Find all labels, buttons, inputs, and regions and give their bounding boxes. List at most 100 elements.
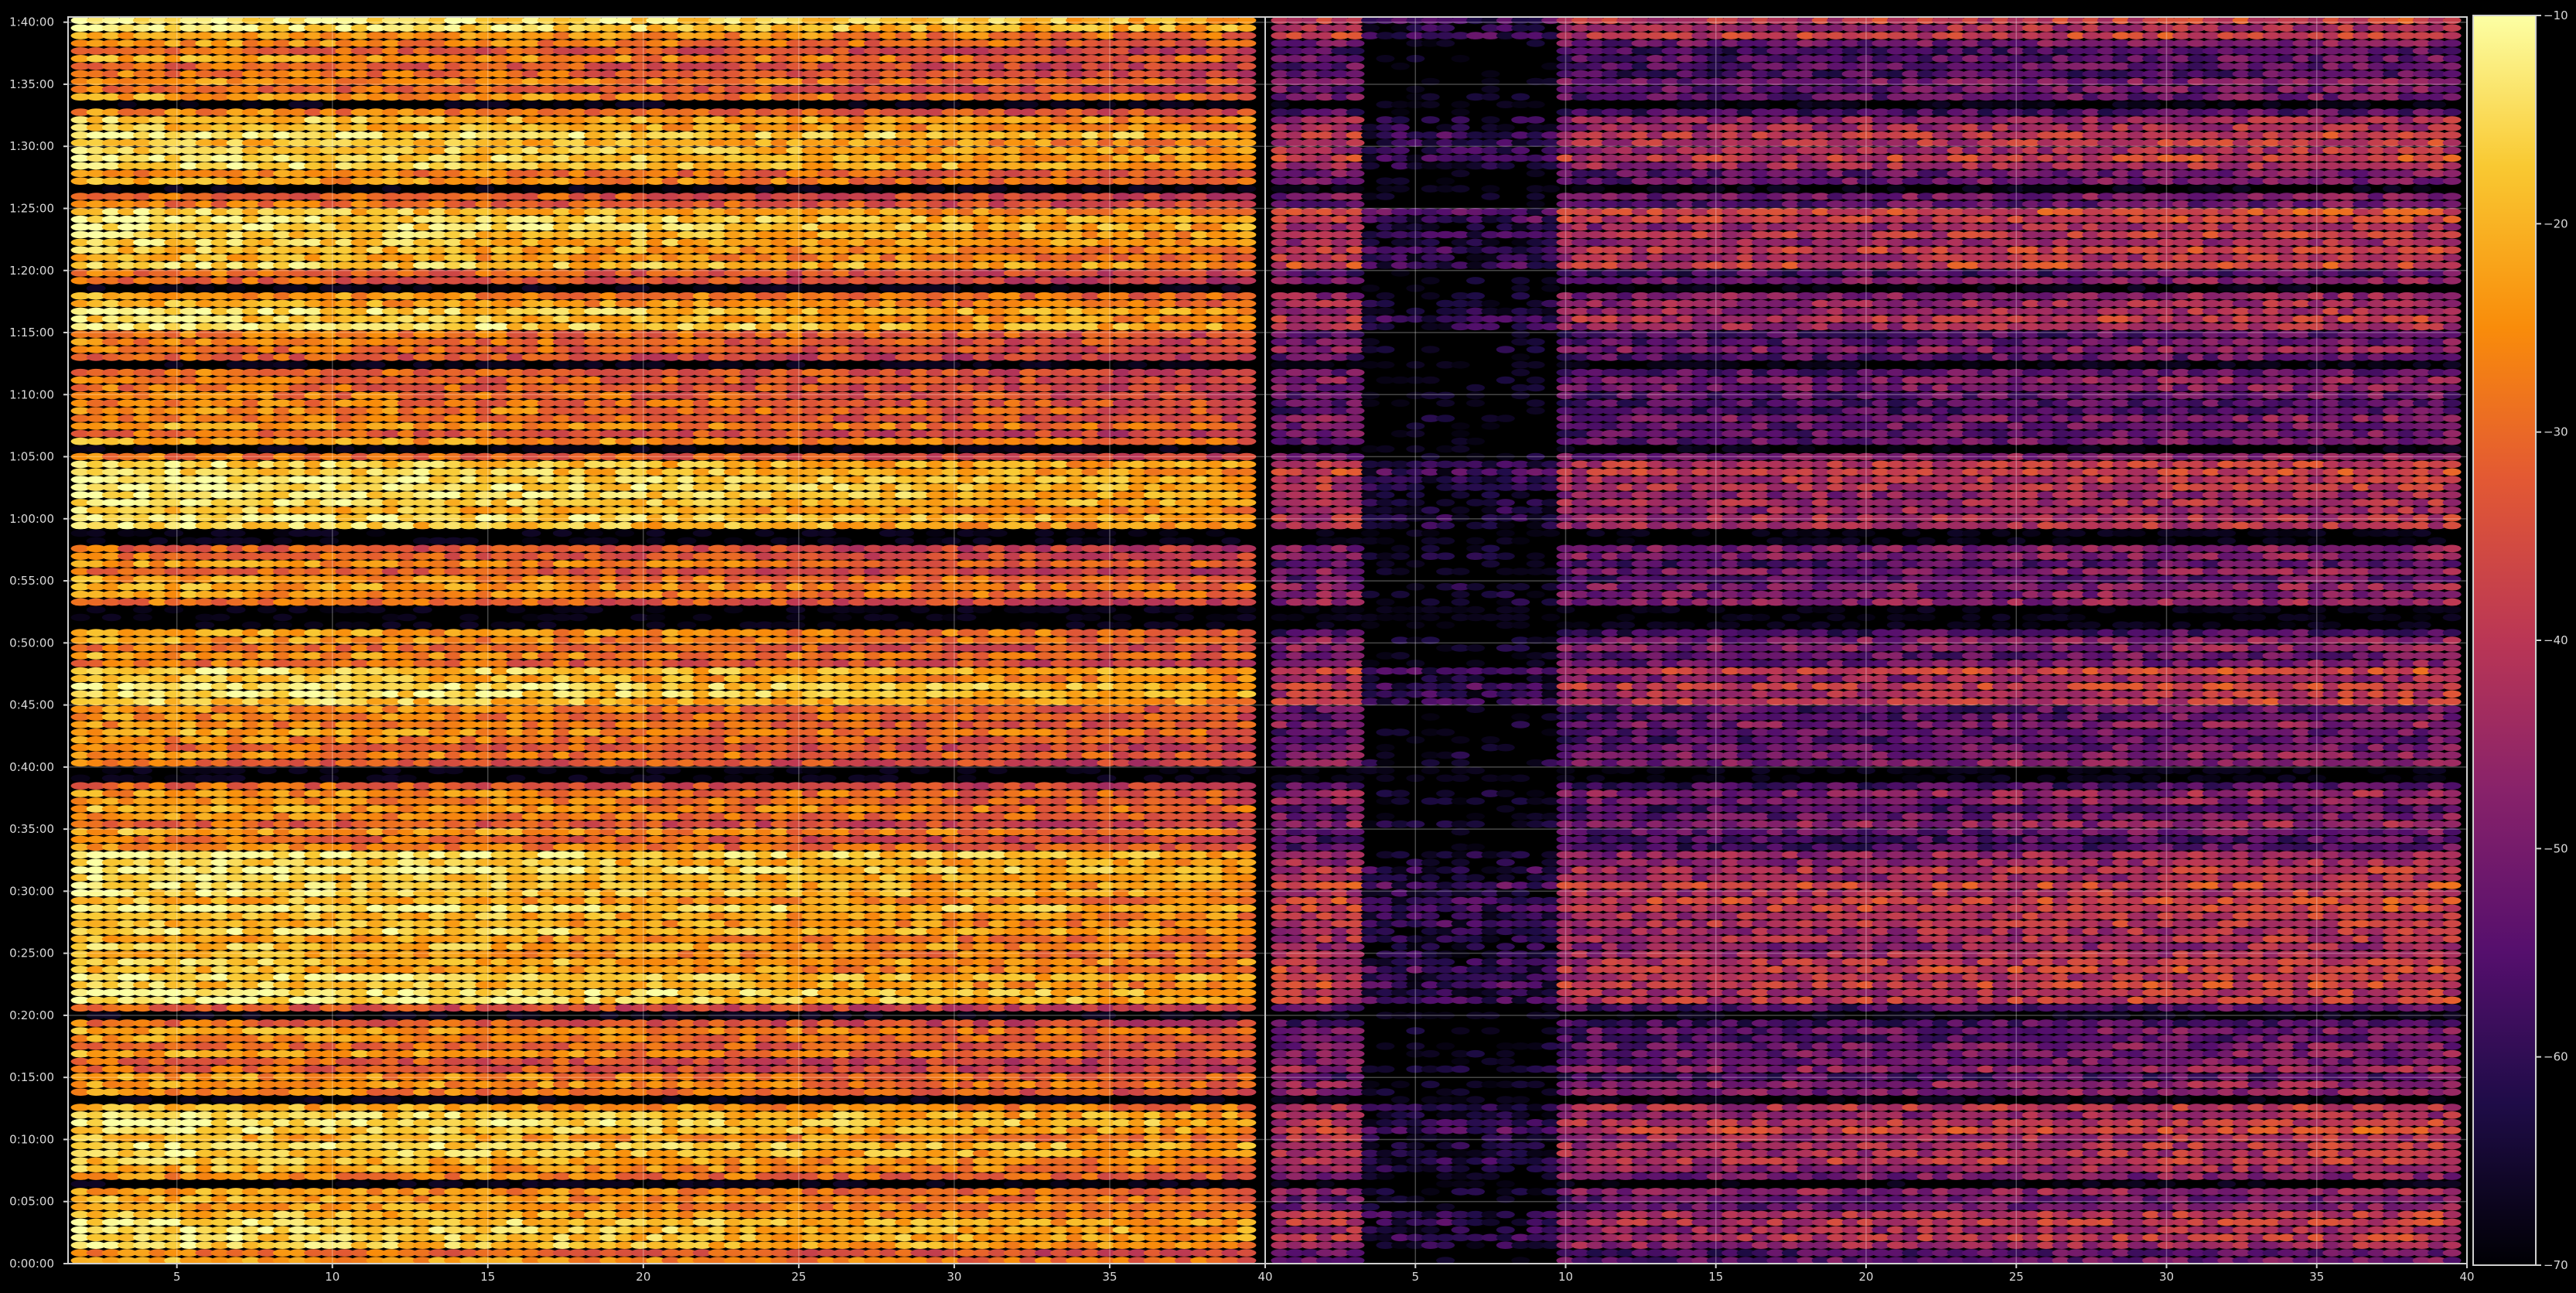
heatmap-cell [708, 1096, 728, 1104]
heatmap-cell [444, 1180, 464, 1188]
heatmap-cell [319, 766, 339, 775]
heatmap-cell [1237, 1073, 1257, 1081]
heatmap-cell [1237, 820, 1257, 828]
heatmap-cell [1237, 1249, 1257, 1257]
heatmap-cell [1237, 743, 1257, 752]
heatmap-cell [1237, 874, 1257, 882]
heatmap-cell [1237, 1111, 1257, 1119]
heatmap-cell [1237, 1065, 1257, 1073]
heatmap-cell [1190, 766, 1210, 775]
heatmap-cell [1237, 943, 1257, 950]
heatmap-cell [1097, 774, 1117, 783]
heatmap-cell [817, 774, 837, 783]
heatmap-cell [1237, 1203, 1257, 1211]
heatmap-cell [755, 1180, 775, 1188]
heatmap-cell [1237, 1241, 1257, 1249]
heatmap-cell [1237, 919, 1257, 928]
heatmap-cell [1175, 774, 1194, 783]
heatmap-cell [1081, 766, 1101, 775]
heatmap-cell [1158, 1180, 1179, 1188]
heatmap-cell [1237, 958, 1257, 966]
spectrogram-figure: 5 10 15 20 25 30 35 40 5 10 15 20 25 30 35 40 0:00:000:… [0, 0, 2576, 1293]
heatmap-cell [257, 766, 277, 775]
heatmap-cell [1221, 774, 1241, 783]
heatmap-cell [1237, 927, 1257, 936]
heatmap-cell [1237, 1104, 1257, 1111]
heatmap-cell [381, 1096, 401, 1104]
heatmap-cell [692, 774, 712, 783]
heatmap-cell [1190, 1180, 1210, 1188]
heatmap-cell [490, 1180, 510, 1188]
heatmap-cell [1237, 1088, 1257, 1096]
heatmap-cell [1237, 751, 1257, 759]
heatmap-cell [1237, 996, 1257, 1005]
heatmap-cell [226, 774, 246, 783]
heatmap-cell [615, 1180, 635, 1188]
heatmap-cell [1237, 858, 1257, 866]
heatmap-cell [1081, 1180, 1101, 1188]
heatmap-cell [1003, 1180, 1023, 1188]
heatmap-cell [1237, 882, 1257, 889]
heatmap-cell [506, 774, 526, 783]
heatmap-cell [1237, 1057, 1257, 1066]
heatmap-cell [801, 1096, 821, 1104]
heatmap-cell [397, 1180, 417, 1188]
heatmap-cell [1237, 1027, 1257, 1035]
heatmap-cell [86, 1180, 106, 1188]
heatmap-cell [1237, 1218, 1257, 1226]
heatmap-cell [459, 1096, 479, 1104]
heatmap-cell [397, 774, 417, 783]
heatmap-cell [879, 766, 899, 775]
heatmap-cell [1128, 1180, 1148, 1188]
heatmap-cell [1206, 1096, 1226, 1104]
heatmap-cell [988, 766, 1008, 775]
heatmap-cell [1237, 797, 1257, 805]
heatmap-cell [801, 766, 821, 775]
heatmap-cell [1237, 1080, 1257, 1089]
heatmap-cell [101, 766, 121, 775]
heatmap-cell [646, 1180, 666, 1188]
heatmap-cell [1237, 981, 1257, 989]
heatmap-cell [910, 766, 930, 775]
heatmap-cell [1237, 1226, 1257, 1234]
heatmap-cell [1237, 935, 1257, 943]
heatmap-cell [1237, 950, 1257, 958]
heatmap-cell [879, 774, 899, 783]
heatmap-cell [133, 774, 152, 783]
heatmap-cell [1237, 1134, 1257, 1142]
heatmap-cell [661, 1096, 681, 1104]
heatmap-cell [879, 1096, 899, 1104]
heatmap-cell [755, 1096, 775, 1104]
heatmap-cell [1237, 782, 1257, 790]
heatmap-cell [490, 1096, 510, 1104]
heatmap-cell [1237, 1141, 1257, 1150]
heatmap-cell [226, 766, 246, 775]
heatmap-cell [1237, 1233, 1257, 1242]
heatmap-cell [1237, 912, 1257, 920]
heatmap-cell [1237, 1049, 1257, 1058]
heatmap-cell [615, 766, 635, 775]
heatmap-cell [1237, 1149, 1257, 1158]
heatmap-cell [1237, 1172, 1257, 1180]
heatmap-cell [1237, 790, 1257, 797]
heatmap-cell [381, 766, 401, 775]
heatmap-cell [801, 1180, 821, 1188]
heatmap-cell [133, 766, 152, 775]
heatmap-cell [1237, 1165, 1257, 1172]
heatmap-cell [957, 766, 977, 775]
heatmap-cell [646, 774, 666, 783]
heatmap-cell [1237, 766, 1257, 775]
heatmap-cell [848, 1180, 868, 1188]
heatmap-cell [1237, 1019, 1257, 1027]
heatmap-cell [1221, 1180, 1241, 1188]
heatmap-cell [926, 1180, 946, 1188]
heatmap-cell [1237, 805, 1257, 813]
heatmap-cell [1237, 904, 1257, 913]
heatmap-cell [755, 774, 775, 783]
heatmap-cell [755, 766, 775, 775]
heatmap-cell [1237, 1042, 1257, 1050]
heatmap-cell [537, 766, 557, 775]
heatmap-cell [1237, 1157, 1257, 1165]
heatmap-cell [1237, 1188, 1257, 1196]
heatmap-cell [1237, 1004, 1257, 1012]
